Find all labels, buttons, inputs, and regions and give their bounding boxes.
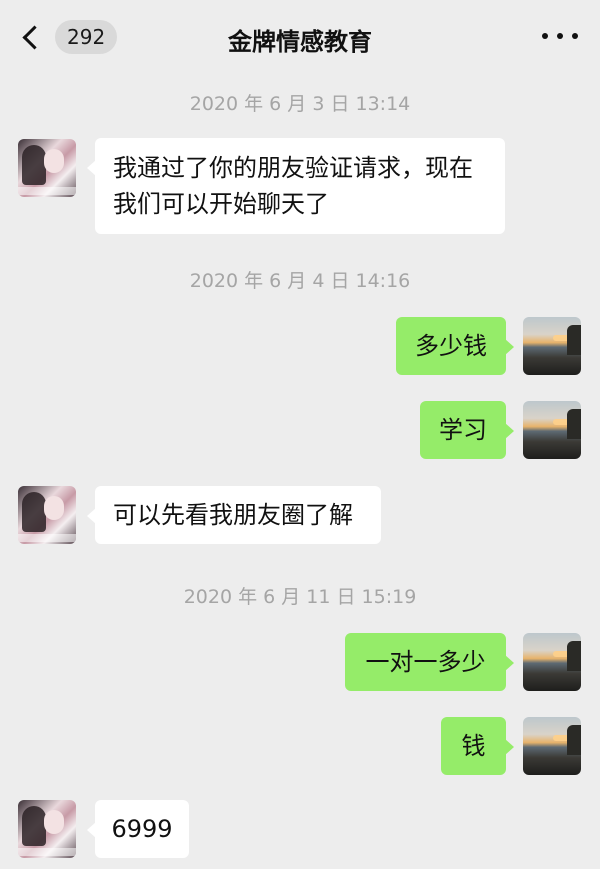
timestamp: 2020 年 6 月 3 日 13:14 <box>189 93 411 115</box>
contact-avatar[interactable] <box>18 139 76 197</box>
message-bubble-incoming[interactable]: 可以先看我朋友圈了解 <box>87 486 381 544</box>
dot <box>542 33 548 39</box>
my-avatar[interactable] <box>523 401 581 459</box>
my-avatar[interactable] <box>523 633 581 691</box>
dot <box>572 33 578 39</box>
message-bubble-outgoing[interactable]: 学习 <box>420 401 514 459</box>
my-avatar[interactable] <box>523 317 581 375</box>
message-bubble-outgoing[interactable]: 多少钱 <box>396 317 514 375</box>
timestamp: 2020 年 6 月 4 日 14:16 <box>189 270 411 292</box>
contact-avatar[interactable] <box>18 486 76 544</box>
timestamp: 2020 年 6 月 11 日 15:19 <box>183 586 417 608</box>
dot <box>557 33 563 39</box>
message-bubble-outgoing[interactable]: 钱 <box>441 717 514 775</box>
message-bubble-incoming[interactable]: 6999 <box>87 800 189 858</box>
chat-header: 292 金牌情感教育 <box>0 0 600 74</box>
message-bubble-outgoing[interactable]: 一对一多少 <box>345 633 514 691</box>
more-dots-icon[interactable] <box>542 24 578 48</box>
message-bubble-incoming[interactable]: 我通过了你的朋友验证请求，现在我们可以开始聊天了 <box>87 138 505 234</box>
my-avatar[interactable] <box>523 717 581 775</box>
chat-title: 金牌情感教育 <box>228 28 372 56</box>
contact-avatar[interactable] <box>18 800 76 858</box>
